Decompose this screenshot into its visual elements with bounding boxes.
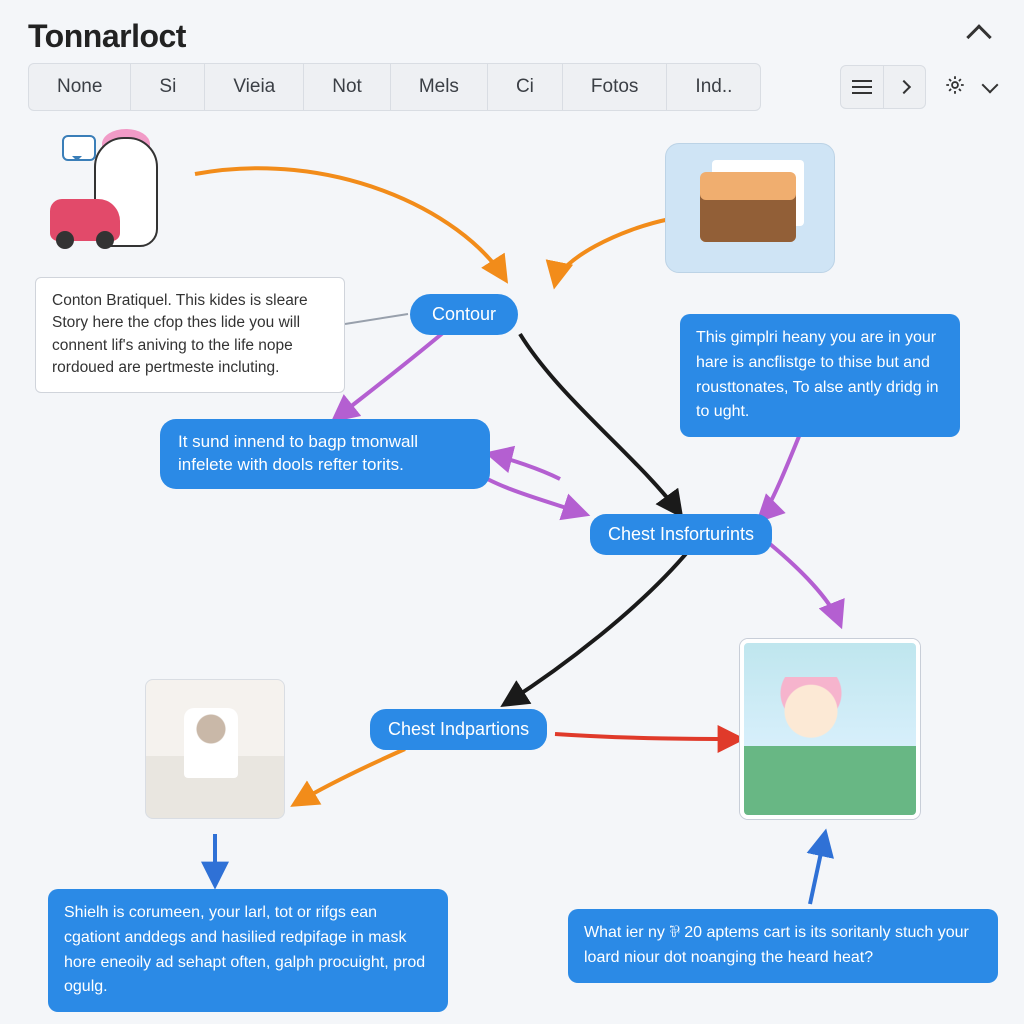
chevron-right-icon[interactable] [883,66,925,108]
tab-ci[interactable]: Ci [488,64,563,110]
callout-bottom-left-blue: Shielh is corumeen, your larl, tot or ri… [48,889,448,1012]
mascot-illustration [50,129,190,259]
tab-mels[interactable]: Mels [391,64,488,110]
view-toggle [840,65,926,109]
toolbar-right [840,65,996,109]
page-title: Tonnarloct [28,18,186,55]
tab-none[interactable]: None [29,64,131,110]
callout-right-blue: This gimplri heany you are in your hare … [680,314,960,437]
node-chest-insforturints[interactable]: Chest Insforturints [590,514,772,555]
node-contour[interactable]: Contour [410,294,518,335]
menu-icon[interactable] [841,66,883,108]
node-chest-indpartions[interactable]: Chest Indpartions [370,709,547,750]
toolbar: None Si Vieia Not Mels Ci Fotos Ind.. [0,63,1024,119]
tab-not[interactable]: Not [304,64,391,110]
node-sub1[interactable]: It sund innend to bagp tmonwall infelete… [160,419,490,489]
laptop-illustration [665,143,835,273]
photo-illustration [145,679,285,819]
tab-si[interactable]: Si [131,64,205,110]
chevron-up-icon[interactable] [966,24,991,49]
gear-icon[interactable] [944,74,966,101]
callout-bottom-right-blue: What ier ny ⅌ 20 aptems cart is its sori… [568,909,998,983]
tab-ind[interactable]: Ind.. [667,64,760,110]
tab-strip: None Si Vieia Not Mels Ci Fotos Ind.. [28,63,761,111]
header: Tonnarloct [0,0,1024,63]
callout-left-white: Conton Bratiquel. This kides is sleare S… [35,277,345,393]
diagram-canvas[interactable]: Contour It sund innend to bagp tmonwall … [0,119,1024,999]
chevron-down-icon[interactable] [982,77,999,94]
tab-fotos[interactable]: Fotos [563,64,668,110]
tab-vieia[interactable]: Vieia [205,64,304,110]
cartoon-illustration [740,639,920,819]
